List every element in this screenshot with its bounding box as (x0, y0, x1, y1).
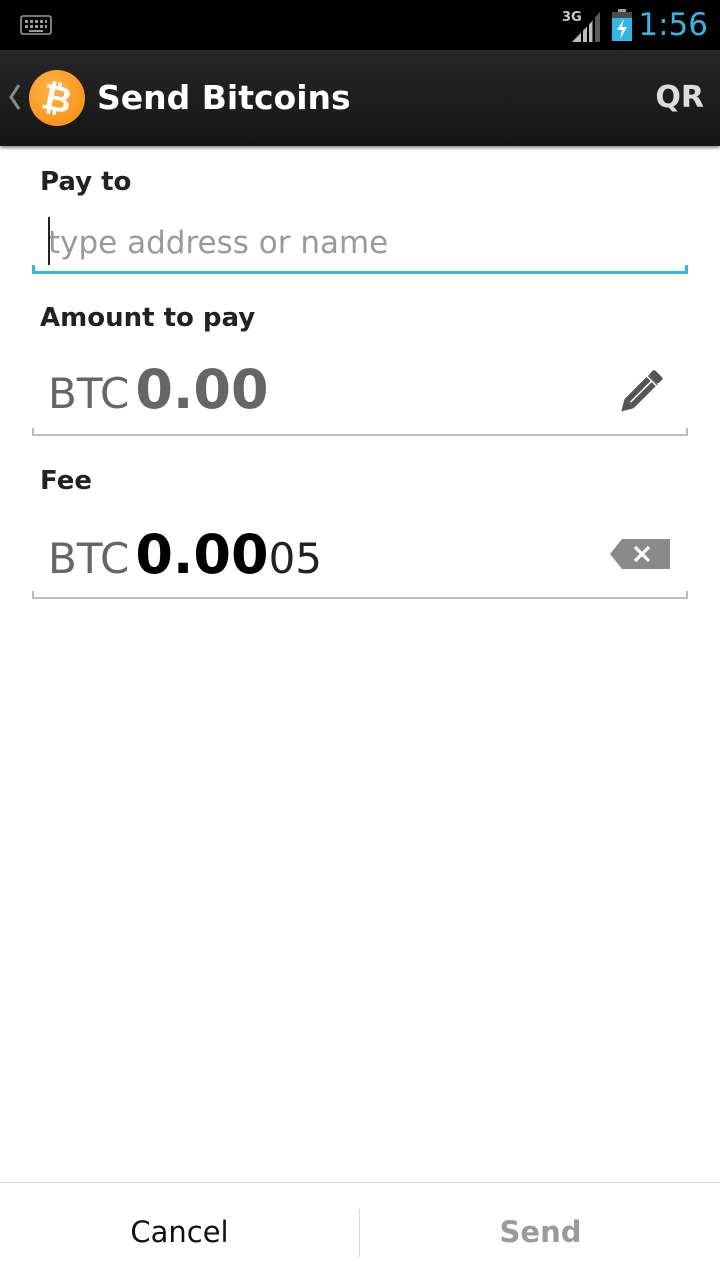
fee-input[interactable]: BTC 0.00 05 (48, 523, 322, 593)
battery-charging-icon (612, 9, 632, 41)
text-cursor (48, 217, 50, 265)
bottom-button-bar: Cancel Send (0, 1182, 720, 1280)
send-button[interactable]: Send (361, 1183, 720, 1280)
status-bar: 3G 1:56 (0, 0, 720, 50)
amount-currency: BTC (48, 369, 130, 418)
cancel-button[interactable]: Cancel (0, 1183, 359, 1280)
pay-to-input[interactable] (32, 213, 688, 273)
bitcoin-logo-icon[interactable]: ₿ (28, 69, 86, 127)
page-title: Send Bitcoins (97, 78, 351, 117)
amount-input[interactable]: BTC 0.00 (48, 358, 269, 428)
fee-label: Fee (40, 466, 92, 496)
fee-value: 0.00 (135, 523, 269, 586)
network-type-label: 3G (562, 10, 582, 25)
amount-value: 0.00 (135, 358, 269, 421)
up-caret-icon[interactable] (6, 82, 22, 112)
pay-to-underline (32, 265, 688, 274)
fee-underline (32, 591, 688, 599)
amount-underline (32, 428, 688, 436)
status-clock: 1:56 (638, 7, 708, 43)
keyboard-icon (20, 15, 52, 35)
fee-value-extra: 05 (268, 534, 323, 583)
pencil-edit-icon[interactable] (612, 364, 668, 420)
send-bitcoins-screen: 3G 1:56 ₿ Send Bitcoins QR Pay to type a… (0, 0, 720, 1280)
action-bar: ₿ Send Bitcoins QR (0, 50, 720, 146)
signal-3g-icon: 3G (562, 10, 600, 42)
backspace-clear-icon[interactable] (610, 539, 670, 569)
button-divider (359, 1209, 360, 1257)
amount-label: Amount to pay (40, 303, 256, 333)
pay-to-label: Pay to (40, 167, 132, 197)
qr-scan-button[interactable]: QR (624, 50, 720, 146)
fee-currency: BTC (48, 534, 130, 583)
